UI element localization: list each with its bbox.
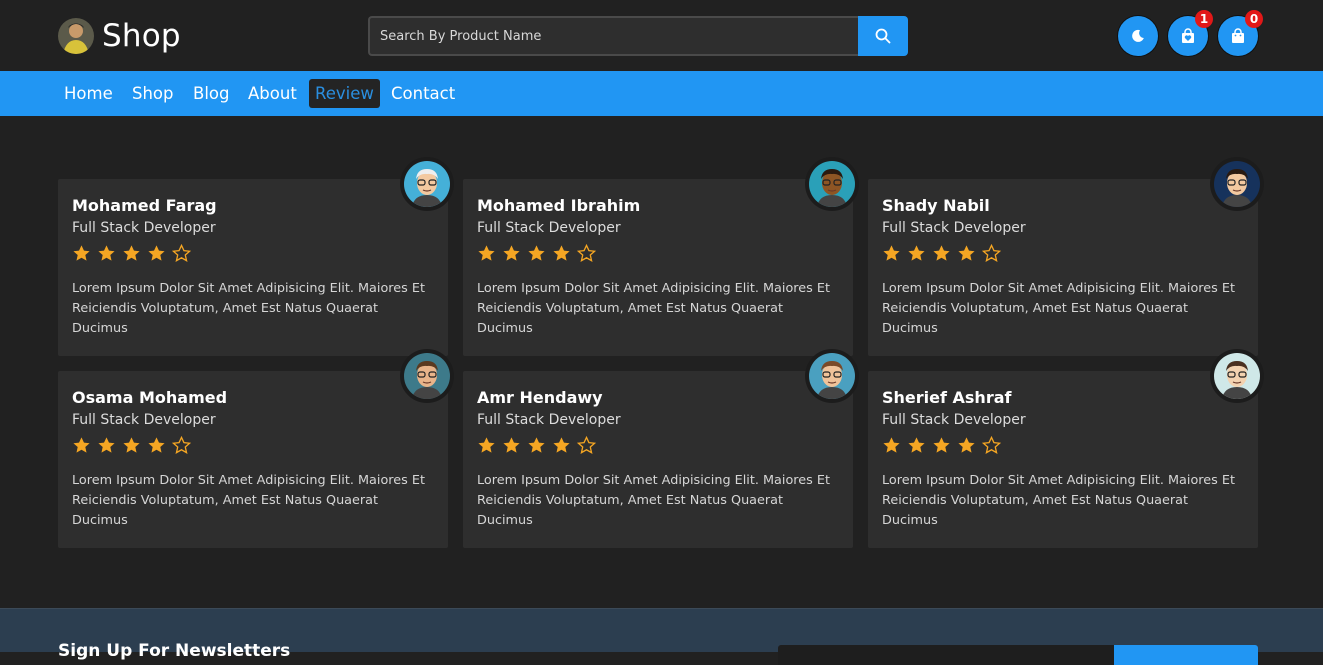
star-rating [72, 243, 434, 267]
star-filled-icon [97, 436, 116, 459]
review-card: Sherief Ashraf Full Stack Developer Lorem … [868, 349, 1264, 548]
reviewer-role: Full Stack Developer [72, 412, 216, 428]
cart-button[interactable]: 0 [1218, 10, 1263, 56]
star-filled-icon [907, 436, 926, 459]
star-filled-icon [932, 244, 951, 267]
reviewer-name: Osama Mohamed [72, 388, 228, 407]
search-icon [875, 28, 891, 44]
reviewer-name: Mohamed Ibrahim [477, 196, 641, 215]
newsletter-subscribe-button[interactable] [1114, 645, 1258, 665]
star-outline-icon [981, 243, 1002, 267]
reviewer-avatar [1210, 349, 1264, 403]
star-outline-icon [171, 435, 192, 459]
star-filled-icon [122, 244, 141, 267]
star-filled-icon [122, 436, 141, 459]
star-outline-icon [576, 243, 597, 267]
star-rating [72, 435, 434, 459]
star-filled-icon [147, 244, 166, 267]
review-text: Lorem Ipsum Dolor Sit Amet Adipisicing E… [477, 473, 830, 528]
moon-icon [1132, 29, 1144, 42]
nav-home[interactable]: Home [58, 79, 119, 108]
star-filled-icon [97, 244, 116, 267]
top-header: Shop 1 0 [0, 0, 1323, 71]
star-filled-icon [147, 436, 166, 459]
reviewer-name: Mohamed Farag [72, 196, 217, 215]
star-rating [882, 435, 1244, 459]
reviewer-role: Full Stack Developer [477, 220, 621, 236]
reviewer-avatar [1210, 157, 1264, 211]
logo-text: Shop [102, 18, 181, 54]
review-card: Amr Hendawy Full Stack Developer Lorem Ips… [463, 349, 859, 548]
star-filled-icon [957, 436, 976, 459]
review-text: Lorem Ipsum Dolor Sit Amet Adipisicing E… [477, 281, 830, 336]
nav-shop[interactable]: Shop [126, 79, 180, 108]
reviewer-role: Full Stack Developer [477, 412, 621, 428]
star-outline-icon [576, 435, 597, 459]
star-outline-icon [981, 435, 1002, 459]
shopping-bag-heart-icon [1182, 28, 1194, 43]
star-filled-icon [907, 244, 926, 267]
star-filled-icon [72, 244, 91, 267]
nav-blog[interactable]: Blog [187, 79, 235, 108]
reviewer-avatar [400, 349, 454, 403]
review-card: Shady Nabil Full Stack Developer Lorem Ips… [868, 157, 1264, 356]
nav-contact[interactable]: Contact [385, 79, 461, 108]
reviewer-role: Full Stack Developer [72, 220, 216, 236]
star-filled-icon [527, 436, 546, 459]
search-bar [368, 16, 908, 56]
review-card: Osama Mohamed Full Stack Developer Lorem I… [58, 349, 454, 548]
star-filled-icon [882, 244, 901, 267]
review-text: Lorem Ipsum Dolor Sit Amet Adipisicing E… [72, 473, 425, 528]
reviewer-role: Full Stack Developer [882, 412, 1026, 428]
search-button[interactable] [858, 16, 908, 56]
star-rating [477, 435, 839, 459]
wishlist-button[interactable]: 1 [1168, 10, 1213, 56]
star-filled-icon [552, 436, 571, 459]
review-card: Mohamed Ibrahim Full Stack Developer Lorem… [463, 157, 859, 356]
reviewer-avatar [805, 157, 859, 211]
nav-review[interactable]: Review [309, 79, 380, 108]
nav-about[interactable]: About [242, 79, 303, 108]
dark-mode-toggle[interactable] [1118, 16, 1158, 56]
star-filled-icon [957, 244, 976, 267]
reviewer-avatar [400, 157, 454, 211]
shopping-bag-icon [1232, 28, 1244, 43]
newsletter-title: Sign Up For Newsletters [58, 641, 291, 661]
star-filled-icon [882, 436, 901, 459]
reviewer-avatar [805, 349, 859, 403]
star-filled-icon [502, 436, 521, 459]
star-filled-icon [477, 436, 496, 459]
main-nav: Home Shop Blog About Review Contact [0, 71, 1323, 116]
logo-image [58, 18, 94, 54]
reviewer-name: Shady Nabil [882, 196, 990, 215]
search-input[interactable] [368, 16, 858, 56]
newsletter-section: Sign Up For Newsletters [0, 608, 1323, 665]
star-outline-icon [171, 243, 192, 267]
star-filled-icon [502, 244, 521, 267]
star-filled-icon [477, 244, 496, 267]
reviewer-name: Sherief Ashraf [882, 388, 1012, 407]
newsletter-email-input[interactable] [778, 645, 1114, 665]
review-card: Mohamed Farag Full Stack Developer Lorem I… [58, 157, 454, 356]
star-filled-icon [72, 436, 91, 459]
cart-count-badge: 0 [1245, 10, 1263, 28]
review-text: Lorem Ipsum Dolor Sit Amet Adipisicing E… [72, 281, 425, 336]
review-text: Lorem Ipsum Dolor Sit Amet Adipisicing E… [882, 281, 1235, 336]
star-rating [477, 243, 839, 267]
review-text: Lorem Ipsum Dolor Sit Amet Adipisicing E… [882, 473, 1235, 528]
star-filled-icon [527, 244, 546, 267]
star-filled-icon [552, 244, 571, 267]
reviewer-name: Amr Hendawy [477, 388, 603, 407]
logo[interactable]: Shop [58, 18, 181, 54]
reviewer-role: Full Stack Developer [882, 220, 1026, 236]
wishlist-count-badge: 1 [1195, 10, 1213, 28]
star-filled-icon [932, 436, 951, 459]
star-rating [882, 243, 1244, 267]
